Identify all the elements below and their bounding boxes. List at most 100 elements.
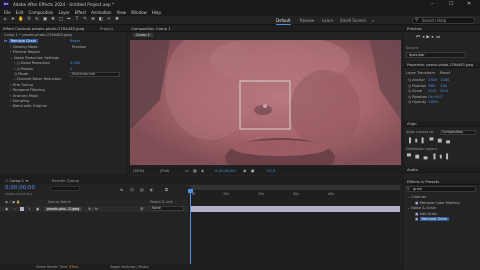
effects-search-input[interactable]: grain <box>406 186 476 192</box>
layer-eye-icon[interactable]: ◉ <box>5 206 8 212</box>
anchor-y[interactable]: 1080 <box>440 78 449 82</box>
preview-header[interactable]: Preview <box>404 26 480 32</box>
align-to-dropdown[interactable]: Composition <box>440 130 476 135</box>
toggle-switches-modes[interactable]: Toggle Switches / Modes <box>110 265 149 269</box>
viewer-timecode[interactable]: 0;00;00;00 <box>215 168 236 173</box>
parent-pickwhip-icon[interactable]: @ <box>140 206 144 212</box>
exposure-value[interactable]: +0.0 <box>266 168 275 173</box>
align-vcenter-icon[interactable]: ■ <box>437 138 446 144</box>
work-area-bar[interactable] <box>190 185 400 190</box>
brush-tool-icon[interactable]: ✎ <box>82 17 88 23</box>
rotation-value[interactable]: 0x+0.0° <box>428 95 443 99</box>
audio-header[interactable]: Audio <box>404 167 480 173</box>
eraser-tool-icon[interactable]: ◧ <box>98 17 104 23</box>
region-of-interest-icon[interactable]: ▭ <box>185 168 189 173</box>
effects-tree-item-selected[interactable]: ▣ Remove Grain <box>407 217 479 223</box>
layer-expand-icon[interactable]: › <box>14 206 15 212</box>
menu-edit[interactable]: Edit <box>16 9 24 16</box>
timeline-search-input[interactable] <box>50 186 80 191</box>
magnification-dropdown[interactable]: (50%) <box>133 168 144 173</box>
scale-x[interactable]: 50.0 <box>428 89 440 93</box>
menu-help[interactable]: Help <box>152 9 161 16</box>
last-frame-icon[interactable]: ⏭ <box>436 35 442 40</box>
align-hcenter-icon[interactable]: ▮ <box>415 138 422 144</box>
rotate-tool-icon[interactable]: ↻ <box>34 17 40 23</box>
transparency-grid-icon[interactable]: ▦ <box>193 168 197 173</box>
parent-link-header[interactable]: Parent & Link <box>150 200 173 204</box>
mode-dropdown[interactable]: Multichannel <box>70 71 120 77</box>
time-ruler[interactable]: 0f 10s 20s 30s 40s <box>190 191 400 199</box>
workspace-small-screen[interactable]: Small Screen <box>340 18 366 23</box>
motion-blur-icon[interactable]: ◐ <box>150 187 154 192</box>
property-row[interactable]: › Blend with Original <box>4 104 126 109</box>
zoom-tool-icon[interactable]: ⚲ <box>26 17 32 23</box>
effect-name[interactable]: Remove Grain <box>8 39 39 43</box>
align-bottom-icon[interactable]: ▄ <box>446 138 454 144</box>
rectangle-tool-icon[interactable]: □ <box>58 17 64 23</box>
menu-composition[interactable]: Composition <box>28 9 53 16</box>
layer-switches[interactable]: ⚙ / fx <box>88 206 98 212</box>
workspace-default[interactable]: Default <box>276 18 291 23</box>
menu-effect[interactable]: Effect <box>75 9 87 16</box>
layer-name[interactable]: pexels-pho...3.jpeg <box>45 207 82 211</box>
playhead-handle[interactable] <box>188 189 193 193</box>
layer-label-color[interactable] <box>20 207 24 211</box>
fx-badge-icon[interactable]: fx <box>4 39 7 43</box>
position-y[interactable]: 540 <box>440 84 447 88</box>
project-tab[interactable]: Project <box>100 26 113 32</box>
maximize-button[interactable]: ☐ <box>449 1 453 7</box>
graph-editor-icon[interactable]: ⧉ <box>165 187 168 192</box>
menu-window[interactable]: Window <box>131 9 147 16</box>
effect-controls-tab[interactable]: Effect Controls pexels-photo-2764483.jpe… <box>3 26 84 31</box>
workspace-learn[interactable]: Learn <box>322 18 333 23</box>
distribute-right-icon[interactable]: ▌ <box>446 154 454 160</box>
type-tool-icon[interactable]: T <box>74 17 80 23</box>
viewing-mode-dropdown[interactable]: Preview <box>72 45 86 50</box>
menu-view[interactable]: View <box>117 9 127 16</box>
help-search-input[interactable]: Search Help <box>412 17 475 24</box>
distribute-top-icon[interactable]: ▀ <box>407 154 415 160</box>
anchor-x[interactable]: 1920 <box>428 78 440 82</box>
align-header[interactable]: Align <box>404 121 480 127</box>
effect-row-remove-grain[interactable]: fx Remove Grain <box>4 39 124 44</box>
properties-header[interactable]: Properties: pexels-photo-2764483.jpeg <box>404 62 480 68</box>
resolution-dropdown[interactable]: (Full) <box>160 168 169 173</box>
timeline-comp-tab[interactable]: ✕ Comp 1 ≡ <box>5 178 29 183</box>
comp-1-tab[interactable]: Comp 1 <box>133 33 153 37</box>
clone-stamp-tool-icon[interactable]: ⊕ <box>90 17 96 23</box>
hand-tool-icon[interactable]: ✋ <box>18 17 24 23</box>
close-window-button[interactable]: ✕ <box>467 1 471 7</box>
transform-reset[interactable]: Reset <box>440 71 450 75</box>
workspace-overflow-icon[interactable]: » <box>372 18 374 23</box>
menu-file[interactable]: File <box>4 9 11 16</box>
frame-blending-icon[interactable]: ▤ <box>140 187 144 192</box>
layer-duration-bar[interactable] <box>191 206 400 212</box>
home-icon[interactable]: ⌂ <box>2 17 8 23</box>
selection-tool-icon[interactable]: ➤ <box>10 17 16 23</box>
opacity-value[interactable]: 100% <box>428 100 438 104</box>
playhead-line[interactable] <box>190 190 191 268</box>
menu-animation[interactable]: Animation <box>91 9 111 16</box>
menu-layer[interactable]: Layer <box>58 9 69 16</box>
source-dropdown[interactable]: Specular <box>406 52 466 58</box>
align-left-icon[interactable]: ▐ <box>407 138 415 144</box>
pen-tool-icon[interactable]: ✒ <box>66 17 72 23</box>
timeline-timecode[interactable]: 0;00;00;00 <box>5 185 35 191</box>
composition-tab[interactable]: Composition Comp 1 <box>131 26 171 31</box>
distribute-vcenter-icon[interactable]: ■ <box>415 154 424 160</box>
position-x[interactable]: 960 <box>428 84 440 88</box>
source-name-header[interactable]: Source Name <box>48 200 71 204</box>
puppet-tool-icon[interactable]: ✱ <box>114 17 120 23</box>
comp-flowchart-icon[interactable]: ⇆ <box>120 187 123 192</box>
shy-icon[interactable]: ☺ <box>130 187 134 192</box>
parent-dropdown[interactable]: None <box>150 206 184 211</box>
composition-viewer[interactable] <box>130 40 401 165</box>
roto-brush-tool-icon[interactable]: ✍ <box>106 17 112 23</box>
pan-behind-tool-icon[interactable]: ✥ <box>50 17 56 23</box>
minimize-button[interactable]: – <box>431 1 434 7</box>
scale-y[interactable]: 50.0 <box>440 89 448 93</box>
camera-tool-icon[interactable]: ▣ <box>42 17 48 23</box>
effect-reset-link[interactable]: Reset <box>70 39 80 44</box>
effects-presets-header[interactable]: Effects & Presets <box>404 179 480 185</box>
render-queue-tab[interactable]: Render Queue <box>52 178 79 183</box>
